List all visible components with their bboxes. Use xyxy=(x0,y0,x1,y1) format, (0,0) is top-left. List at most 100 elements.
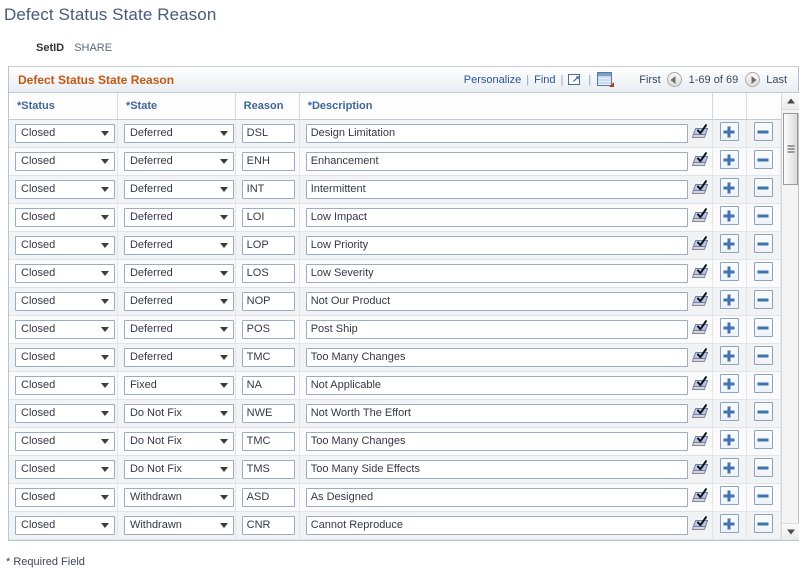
reason-input[interactable]: POS xyxy=(241,319,295,339)
add-row-button[interactable] xyxy=(719,178,739,197)
spell-check-icon[interactable] xyxy=(691,375,709,393)
add-row-button[interactable] xyxy=(719,206,739,225)
delete-row-button[interactable] xyxy=(753,430,773,449)
reason-input[interactable]: NWE xyxy=(241,403,295,423)
add-row-button[interactable] xyxy=(719,458,739,477)
status-dropdown[interactable]: Closed xyxy=(15,515,115,535)
state-dropdown[interactable]: Deferred xyxy=(123,235,234,255)
spell-check-icon[interactable] xyxy=(691,431,709,449)
description-input[interactable]: Low Priority xyxy=(305,235,688,255)
state-dropdown[interactable]: Deferred xyxy=(123,151,234,171)
delete-row-button[interactable] xyxy=(753,234,773,253)
state-dropdown[interactable]: Deferred xyxy=(123,319,234,339)
reason-input[interactable]: ENH xyxy=(241,151,295,171)
description-input[interactable]: Enhancement xyxy=(305,151,688,171)
spell-check-icon[interactable] xyxy=(691,319,709,337)
reason-input[interactable]: ASD xyxy=(241,487,295,507)
status-dropdown[interactable]: Closed xyxy=(15,151,115,171)
status-dropdown[interactable]: Closed xyxy=(15,459,115,479)
vertical-scrollbar[interactable] xyxy=(781,93,799,540)
spell-check-icon[interactable] xyxy=(691,235,709,253)
description-input[interactable]: Not Worth The Effort xyxy=(305,403,688,423)
state-dropdown[interactable]: Deferred xyxy=(123,123,234,143)
state-dropdown[interactable]: Deferred xyxy=(123,207,234,227)
expand-window-icon[interactable] xyxy=(568,73,583,87)
delete-row-button[interactable] xyxy=(753,486,773,505)
spell-check-icon[interactable] xyxy=(691,179,709,197)
status-dropdown[interactable]: Closed xyxy=(15,235,115,255)
spell-check-icon[interactable] xyxy=(691,291,709,309)
spell-check-icon[interactable] xyxy=(691,347,709,365)
find-link[interactable]: Find xyxy=(534,74,555,86)
reason-input[interactable]: CNR xyxy=(241,515,295,535)
scrollbar-thumb[interactable] xyxy=(783,113,798,185)
add-row-button[interactable] xyxy=(719,514,739,533)
reason-input[interactable]: NA xyxy=(241,375,295,395)
state-dropdown[interactable]: Fixed xyxy=(123,375,234,395)
spell-check-icon[interactable] xyxy=(691,515,709,533)
personalize-link[interactable]: Personalize xyxy=(464,74,521,86)
delete-row-button[interactable] xyxy=(753,290,773,309)
add-row-button[interactable] xyxy=(719,374,739,393)
description-input[interactable]: As Designed xyxy=(305,487,688,507)
state-dropdown[interactable]: Do Not Fix xyxy=(123,403,234,423)
reason-input[interactable]: DSL xyxy=(241,123,295,143)
state-dropdown[interactable]: Deferred xyxy=(123,179,234,199)
description-input[interactable]: Not Our Product xyxy=(305,291,688,311)
status-dropdown[interactable]: Closed xyxy=(15,179,115,199)
spell-check-icon[interactable] xyxy=(691,123,709,141)
reason-input[interactable]: LOP xyxy=(241,235,295,255)
spell-check-icon[interactable] xyxy=(691,263,709,281)
add-row-button[interactable] xyxy=(719,234,739,253)
description-input[interactable]: Low Severity xyxy=(305,263,688,283)
status-dropdown[interactable]: Closed xyxy=(15,123,115,143)
description-input[interactable]: Low Impact xyxy=(305,207,688,227)
state-dropdown[interactable]: Withdrawn xyxy=(123,487,234,507)
delete-row-button[interactable] xyxy=(753,458,773,477)
delete-row-button[interactable] xyxy=(753,122,773,141)
status-dropdown[interactable]: Closed xyxy=(15,319,115,339)
description-input[interactable]: Too Many Changes xyxy=(305,347,688,367)
state-dropdown[interactable]: Deferred xyxy=(123,291,234,311)
status-dropdown[interactable]: Closed xyxy=(15,347,115,367)
description-input[interactable]: Cannot Reproduce xyxy=(305,515,688,535)
status-dropdown[interactable]: Closed xyxy=(15,263,115,283)
reason-input[interactable]: LOI xyxy=(241,207,295,227)
state-dropdown[interactable]: Deferred xyxy=(123,263,234,283)
status-dropdown[interactable]: Closed xyxy=(15,291,115,311)
description-input[interactable]: Post Ship xyxy=(305,319,688,339)
add-row-button[interactable] xyxy=(719,346,739,365)
spell-check-icon[interactable] xyxy=(691,207,709,225)
reason-input[interactable]: LOS xyxy=(241,263,295,283)
delete-row-button[interactable] xyxy=(753,262,773,281)
pager-last[interactable]: Last xyxy=(763,74,790,86)
add-row-button[interactable] xyxy=(719,430,739,449)
state-dropdown[interactable]: Do Not Fix xyxy=(123,459,234,479)
next-arrow-icon[interactable] xyxy=(745,72,761,87)
spell-check-icon[interactable] xyxy=(691,403,709,421)
pager-first[interactable]: First xyxy=(636,74,663,86)
add-row-button[interactable] xyxy=(719,122,739,141)
prev-arrow-icon[interactable] xyxy=(666,72,682,87)
spell-check-icon[interactable] xyxy=(691,151,709,169)
reason-input[interactable]: NOP xyxy=(241,291,295,311)
delete-row-button[interactable] xyxy=(753,178,773,197)
spell-check-icon[interactable] xyxy=(691,459,709,477)
add-row-button[interactable] xyxy=(719,318,739,337)
add-row-button[interactable] xyxy=(719,402,739,421)
add-row-button[interactable] xyxy=(719,486,739,505)
add-row-button[interactable] xyxy=(719,262,739,281)
description-input[interactable]: Too Many Side Effects xyxy=(305,459,688,479)
status-dropdown[interactable]: Closed xyxy=(15,431,115,451)
reason-input[interactable]: TMC xyxy=(241,347,295,367)
add-row-button[interactable] xyxy=(719,290,739,309)
delete-row-button[interactable] xyxy=(753,374,773,393)
status-dropdown[interactable]: Closed xyxy=(15,487,115,507)
description-input[interactable]: Not Applicable xyxy=(305,375,688,395)
status-dropdown[interactable]: Closed xyxy=(15,403,115,423)
description-input[interactable]: Design Limitation xyxy=(305,123,688,143)
state-dropdown[interactable]: Do Not Fix xyxy=(123,431,234,451)
delete-row-button[interactable] xyxy=(753,402,773,421)
delete-row-button[interactable] xyxy=(753,318,773,337)
state-dropdown[interactable]: Withdrawn xyxy=(123,515,234,535)
